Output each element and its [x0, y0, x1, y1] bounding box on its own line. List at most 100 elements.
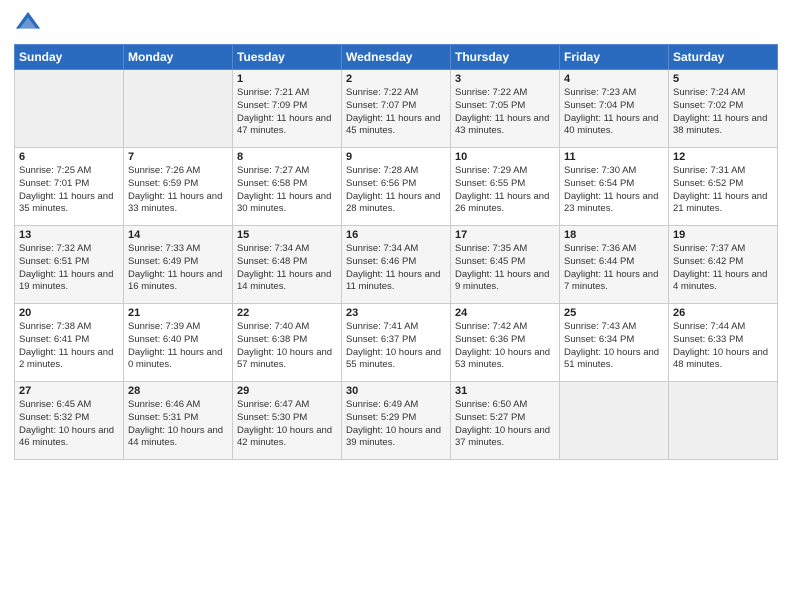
week-row-5: 27 Sunrise: 6:45 AMSunset: 5:32 PMDaylig… — [15, 382, 778, 460]
weekday-header-row: SundayMondayTuesdayWednesdayThursdayFrid… — [15, 45, 778, 70]
day-info: Sunrise: 7:21 AMSunset: 7:09 PMDaylight:… — [237, 87, 331, 136]
day-number: 21 — [128, 307, 228, 319]
calendar-cell: 19 Sunrise: 7:37 AMSunset: 6:42 PMDaylig… — [669, 226, 778, 304]
day-number: 18 — [564, 229, 664, 241]
calendar-cell: 20 Sunrise: 7:38 AMSunset: 6:41 PMDaylig… — [15, 304, 124, 382]
calendar-cell: 26 Sunrise: 7:44 AMSunset: 6:33 PMDaylig… — [669, 304, 778, 382]
weekday-header-sunday: Sunday — [15, 45, 124, 70]
day-info: Sunrise: 6:46 AMSunset: 5:31 PMDaylight:… — [128, 399, 223, 448]
calendar-cell: 1 Sunrise: 7:21 AMSunset: 7:09 PMDayligh… — [233, 70, 342, 148]
calendar-cell: 23 Sunrise: 7:41 AMSunset: 6:37 PMDaylig… — [342, 304, 451, 382]
calendar-cell: 29 Sunrise: 6:47 AMSunset: 5:30 PMDaylig… — [233, 382, 342, 460]
calendar-cell: 5 Sunrise: 7:24 AMSunset: 7:02 PMDayligh… — [669, 70, 778, 148]
calendar-cell: 10 Sunrise: 7:29 AMSunset: 6:55 PMDaylig… — [451, 148, 560, 226]
day-number: 16 — [346, 229, 446, 241]
logo — [14, 10, 45, 38]
weekday-header-thursday: Thursday — [451, 45, 560, 70]
day-number: 12 — [673, 151, 773, 163]
main-container: SundayMondayTuesdayWednesdayThursdayFrid… — [0, 0, 792, 470]
calendar-cell: 17 Sunrise: 7:35 AMSunset: 6:45 PMDaylig… — [451, 226, 560, 304]
logo-icon — [14, 10, 42, 38]
day-number: 17 — [455, 229, 555, 241]
weekday-header-monday: Monday — [124, 45, 233, 70]
day-number: 26 — [673, 307, 773, 319]
day-info: Sunrise: 7:29 AMSunset: 6:55 PMDaylight:… — [455, 165, 549, 214]
calendar-cell: 8 Sunrise: 7:27 AMSunset: 6:58 PMDayligh… — [233, 148, 342, 226]
calendar-cell: 18 Sunrise: 7:36 AMSunset: 6:44 PMDaylig… — [560, 226, 669, 304]
day-info: Sunrise: 7:35 AMSunset: 6:45 PMDaylight:… — [455, 243, 549, 292]
day-info: Sunrise: 7:23 AMSunset: 7:04 PMDaylight:… — [564, 87, 658, 136]
day-number: 4 — [564, 73, 664, 85]
day-number: 11 — [564, 151, 664, 163]
day-info: Sunrise: 7:30 AMSunset: 6:54 PMDaylight:… — [564, 165, 658, 214]
calendar-cell: 27 Sunrise: 6:45 AMSunset: 5:32 PMDaylig… — [15, 382, 124, 460]
day-info: Sunrise: 6:50 AMSunset: 5:27 PMDaylight:… — [455, 399, 550, 448]
week-row-3: 13 Sunrise: 7:32 AMSunset: 6:51 PMDaylig… — [15, 226, 778, 304]
calendar-cell: 2 Sunrise: 7:22 AMSunset: 7:07 PMDayligh… — [342, 70, 451, 148]
weekday-header-tuesday: Tuesday — [233, 45, 342, 70]
day-info: Sunrise: 7:41 AMSunset: 6:37 PMDaylight:… — [346, 321, 441, 370]
calendar-cell — [669, 382, 778, 460]
calendar-cell — [124, 70, 233, 148]
calendar-cell: 4 Sunrise: 7:23 AMSunset: 7:04 PMDayligh… — [560, 70, 669, 148]
day-info: Sunrise: 7:44 AMSunset: 6:33 PMDaylight:… — [673, 321, 768, 370]
day-number: 27 — [19, 385, 119, 397]
day-number: 23 — [346, 307, 446, 319]
calendar-cell: 6 Sunrise: 7:25 AMSunset: 7:01 PMDayligh… — [15, 148, 124, 226]
day-number: 28 — [128, 385, 228, 397]
day-info: Sunrise: 7:36 AMSunset: 6:44 PMDaylight:… — [564, 243, 658, 292]
day-number: 10 — [455, 151, 555, 163]
day-number: 30 — [346, 385, 446, 397]
day-number: 20 — [19, 307, 119, 319]
day-info: Sunrise: 6:45 AMSunset: 5:32 PMDaylight:… — [19, 399, 114, 448]
week-row-2: 6 Sunrise: 7:25 AMSunset: 7:01 PMDayligh… — [15, 148, 778, 226]
calendar-cell: 12 Sunrise: 7:31 AMSunset: 6:52 PMDaylig… — [669, 148, 778, 226]
day-info: Sunrise: 7:40 AMSunset: 6:38 PMDaylight:… — [237, 321, 332, 370]
calendar-cell: 9 Sunrise: 7:28 AMSunset: 6:56 PMDayligh… — [342, 148, 451, 226]
day-info: Sunrise: 7:34 AMSunset: 6:46 PMDaylight:… — [346, 243, 440, 292]
day-number: 8 — [237, 151, 337, 163]
day-number: 7 — [128, 151, 228, 163]
day-number: 14 — [128, 229, 228, 241]
day-number: 22 — [237, 307, 337, 319]
day-info: Sunrise: 7:34 AMSunset: 6:48 PMDaylight:… — [237, 243, 331, 292]
day-info: Sunrise: 7:22 AMSunset: 7:07 PMDaylight:… — [346, 87, 440, 136]
calendar-cell: 14 Sunrise: 7:33 AMSunset: 6:49 PMDaylig… — [124, 226, 233, 304]
day-number: 5 — [673, 73, 773, 85]
week-row-1: 1 Sunrise: 7:21 AMSunset: 7:09 PMDayligh… — [15, 70, 778, 148]
day-number: 2 — [346, 73, 446, 85]
day-info: Sunrise: 7:26 AMSunset: 6:59 PMDaylight:… — [128, 165, 222, 214]
calendar-cell — [15, 70, 124, 148]
day-number: 13 — [19, 229, 119, 241]
day-info: Sunrise: 7:43 AMSunset: 6:34 PMDaylight:… — [564, 321, 659, 370]
weekday-header-saturday: Saturday — [669, 45, 778, 70]
calendar-cell: 31 Sunrise: 6:50 AMSunset: 5:27 PMDaylig… — [451, 382, 560, 460]
day-number: 9 — [346, 151, 446, 163]
calendar-cell: 7 Sunrise: 7:26 AMSunset: 6:59 PMDayligh… — [124, 148, 233, 226]
calendar-cell: 13 Sunrise: 7:32 AMSunset: 6:51 PMDaylig… — [15, 226, 124, 304]
day-number: 3 — [455, 73, 555, 85]
day-number: 19 — [673, 229, 773, 241]
day-info: Sunrise: 7:32 AMSunset: 6:51 PMDaylight:… — [19, 243, 113, 292]
calendar-cell: 3 Sunrise: 7:22 AMSunset: 7:05 PMDayligh… — [451, 70, 560, 148]
day-info: Sunrise: 7:22 AMSunset: 7:05 PMDaylight:… — [455, 87, 549, 136]
calendar-table: SundayMondayTuesdayWednesdayThursdayFrid… — [14, 44, 778, 460]
day-info: Sunrise: 7:42 AMSunset: 6:36 PMDaylight:… — [455, 321, 550, 370]
day-number: 6 — [19, 151, 119, 163]
calendar-cell: 22 Sunrise: 7:40 AMSunset: 6:38 PMDaylig… — [233, 304, 342, 382]
header — [14, 10, 778, 38]
calendar-cell: 24 Sunrise: 7:42 AMSunset: 6:36 PMDaylig… — [451, 304, 560, 382]
weekday-header-wednesday: Wednesday — [342, 45, 451, 70]
day-info: Sunrise: 7:27 AMSunset: 6:58 PMDaylight:… — [237, 165, 331, 214]
day-info: Sunrise: 7:38 AMSunset: 6:41 PMDaylight:… — [19, 321, 113, 370]
calendar-cell: 21 Sunrise: 7:39 AMSunset: 6:40 PMDaylig… — [124, 304, 233, 382]
calendar-cell — [560, 382, 669, 460]
calendar-cell: 25 Sunrise: 7:43 AMSunset: 6:34 PMDaylig… — [560, 304, 669, 382]
day-info: Sunrise: 7:28 AMSunset: 6:56 PMDaylight:… — [346, 165, 440, 214]
day-number: 31 — [455, 385, 555, 397]
day-info: Sunrise: 7:25 AMSunset: 7:01 PMDaylight:… — [19, 165, 113, 214]
day-number: 1 — [237, 73, 337, 85]
day-info: Sunrise: 7:31 AMSunset: 6:52 PMDaylight:… — [673, 165, 767, 214]
day-info: Sunrise: 7:37 AMSunset: 6:42 PMDaylight:… — [673, 243, 767, 292]
weekday-header-friday: Friday — [560, 45, 669, 70]
